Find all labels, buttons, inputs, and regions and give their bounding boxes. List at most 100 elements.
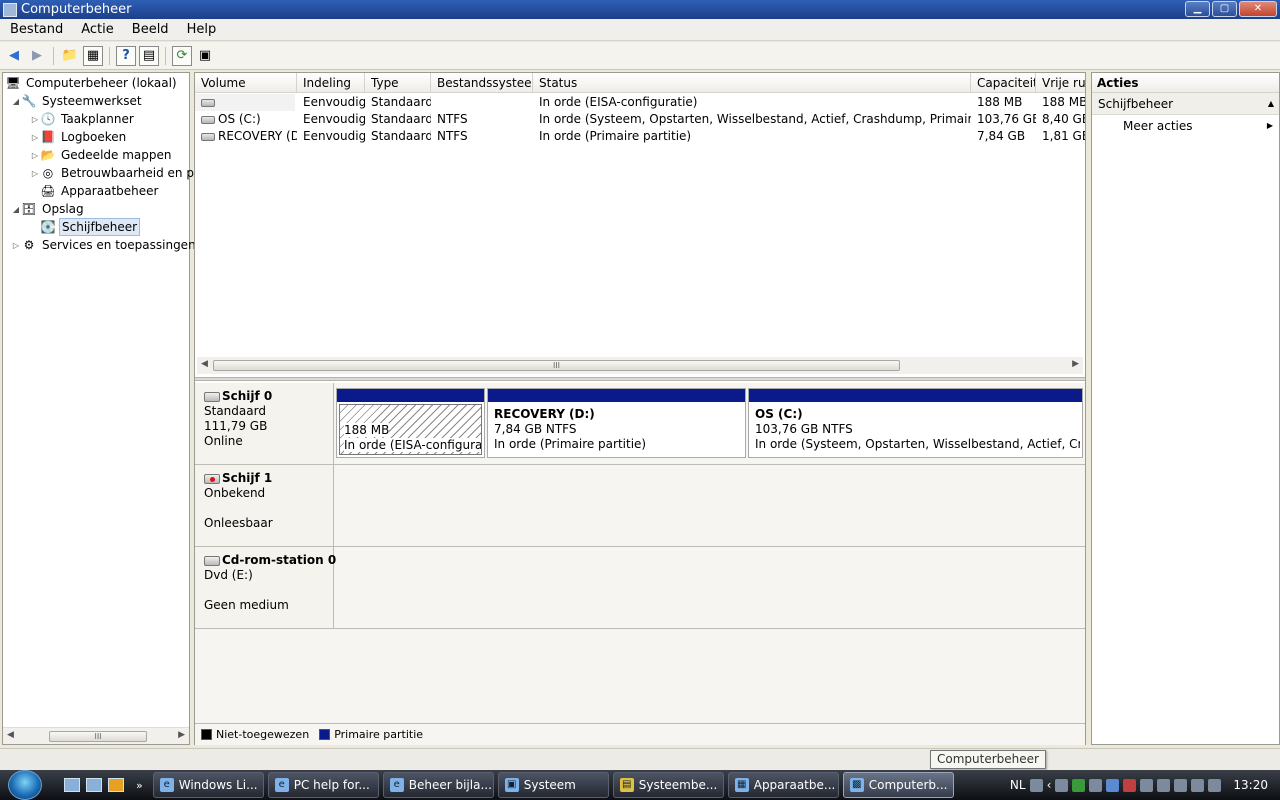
tree-horizontal-scrollbar[interactable]: ◀ III ▶	[3, 727, 189, 744]
scroll-left-icon[interactable]: ◀	[201, 359, 208, 369]
minimize-button[interactable]: ▁	[1185, 1, 1210, 17]
task-button[interactable]: e Windows Li...	[152, 772, 264, 798]
column-header-indeling[interactable]: Indeling	[297, 73, 365, 93]
tree-item-gedeelde-mappen[interactable]: ▷ 📂 Gedeelde mappen	[30, 146, 173, 164]
refresh-icon[interactable]: ⟳	[172, 45, 192, 66]
tree-item-services[interactable]: ▷ ⚙ Services en toepassingen	[11, 236, 198, 254]
disk-info[interactable]: Schijf 0 Standaard 111,79 GB Online	[195, 383, 334, 464]
task-button[interactable]: ▣ Systeem	[497, 772, 609, 798]
action-meer-acties[interactable]: Meer acties ▶	[1092, 115, 1279, 137]
up-folder-icon[interactable]: 📁	[60, 46, 80, 66]
collapsed-arrow-icon[interactable]: ▷	[30, 169, 40, 178]
collapsed-arrow-icon[interactable]: ▷	[30, 133, 40, 142]
tree-item-root[interactable]: 🖥 Computerbeheer (lokaal)	[5, 74, 179, 92]
disk-info[interactable]: Cd-rom-station 0 Dvd (E:) Geen medium	[195, 547, 336, 628]
task-button[interactable]: ▤ Systeembe...	[612, 772, 724, 798]
maximize-button[interactable]: ▢	[1212, 1, 1237, 17]
scroll-left-icon[interactable]: ◀	[7, 730, 14, 740]
safely-remove-hardware-icon[interactable]	[1174, 778, 1188, 792]
volume-list-horizontal-scrollbar[interactable]: ◀ III ▶	[197, 357, 1083, 374]
properties-icon[interactable]: ▣	[195, 46, 215, 66]
expanded-arrow-icon[interactable]: ◢	[11, 97, 21, 106]
partition-status: In orde (Systeem, Opstarten, Wisselbesta…	[755, 437, 1080, 451]
disk-row-schijf-1[interactable]: Schijf 1 Onbekend Onleesbaar	[195, 465, 1085, 547]
disk-size	[204, 501, 333, 516]
help-icon[interactable]: ?	[116, 45, 136, 66]
disk-type: Onbekend	[204, 486, 266, 500]
task-button[interactable]: e Beheer bijla...	[382, 772, 494, 798]
menu-help[interactable]: Help	[177, 22, 225, 37]
tray-app-icon[interactable]	[1055, 778, 1069, 792]
back-arrow-icon[interactable]: ◀	[4, 46, 24, 66]
tree-label: Betrouwbaarheid en pre	[61, 166, 207, 180]
language-indicator[interactable]: NL	[1010, 778, 1026, 792]
column-header-bestandssysteem[interactable]: Bestandssysteem	[431, 73, 533, 93]
partition-eisa[interactable]: 188 MB In orde (EISA-configuratie	[336, 388, 485, 458]
close-button[interactable]: ✕	[1239, 1, 1277, 17]
scrollbar-thumb[interactable]: III	[49, 731, 147, 742]
column-header-type[interactable]: Type	[365, 73, 431, 93]
toolbar-separator	[165, 46, 166, 65]
device-manager-icon: 🖨	[40, 184, 56, 198]
show-desktop-icon[interactable]	[64, 778, 80, 792]
column-header-capaciteit[interactable]: Capaciteit	[971, 73, 1036, 93]
tray-app-icon[interactable]	[1140, 778, 1154, 792]
show-hide-actions-icon[interactable]: ▤	[139, 45, 159, 66]
table-row[interactable]: Eenvoudig Standaard In orde (EISA-config…	[195, 94, 1085, 111]
partition-os[interactable]: OS (C:) 103,76 GB NTFS In orde (Systeem,…	[748, 388, 1083, 458]
menu-bestand[interactable]: Bestand	[0, 22, 71, 37]
collapse-arrow-icon[interactable]: ▲	[1268, 93, 1274, 115]
cdrom-icon	[204, 555, 220, 566]
start-button[interactable]	[8, 770, 42, 800]
scroll-right-icon[interactable]: ▶	[1072, 359, 1079, 369]
menu-beeld[interactable]: Beeld	[122, 22, 177, 37]
show-hide-tree-icon[interactable]: ▦	[83, 45, 103, 66]
expanded-arrow-icon[interactable]: ◢	[11, 205, 21, 214]
switch-windows-icon[interactable]	[86, 778, 102, 792]
table-row[interactable]: RECOVERY (D:) Eenvoudig Standaard NTFS I…	[195, 128, 1085, 145]
forward-arrow-icon[interactable]: ▶	[27, 46, 47, 66]
menu-actie[interactable]: Actie	[71, 22, 122, 37]
partition-recovery[interactable]: RECOVERY (D:) 7,84 GB NTFS In orde (Prim…	[487, 388, 746, 458]
action-label: Meer acties	[1123, 119, 1193, 133]
tray-app-icon[interactable]	[1106, 778, 1120, 792]
task-button-active[interactable]: ▩ Computerb...	[842, 772, 954, 798]
internet-explorer-icon: e	[389, 778, 404, 792]
partition-status: In orde (Primaire partitie)	[494, 437, 647, 451]
pane-splitter[interactable]	[195, 377, 1085, 381]
tree-item-apparaatbeheer[interactable]: 🖨 Apparaatbeheer	[40, 182, 160, 200]
actions-section-schijfbeheer[interactable]: Schijfbeheer ▲	[1092, 93, 1279, 115]
quick-launch-more[interactable]: »	[136, 779, 143, 792]
volume-icon[interactable]	[1208, 778, 1222, 792]
tree-item-schijfbeheer[interactable]: 💽 Schijfbeheer	[40, 218, 141, 236]
disk-info[interactable]: Schijf 1 Onbekend Onleesbaar	[195, 465, 334, 546]
column-header-vrije-ruimte[interactable]: Vrije ruir	[1036, 73, 1085, 93]
disk-row-schijf-0[interactable]: Schijf 0 Standaard 111,79 GB Online 188 …	[195, 383, 1085, 465]
clock[interactable]: 13:20	[1233, 778, 1268, 792]
tray-app-icon[interactable]	[1072, 778, 1086, 792]
scrollbar-thumb[interactable]: III	[213, 360, 900, 371]
table-row[interactable]: OS (C:) Eenvoudig Standaard NTFS In orde…	[195, 111, 1085, 128]
column-header-status[interactable]: Status	[533, 73, 971, 93]
collapsed-arrow-icon[interactable]: ▷	[30, 151, 40, 160]
network-icon[interactable]	[1191, 778, 1205, 792]
media-player-icon[interactable]	[108, 778, 124, 792]
partition-color-bar	[749, 389, 1082, 402]
tree-item-opslag[interactable]: ◢ 🗄 Opslag	[11, 200, 86, 218]
collapsed-arrow-icon[interactable]: ▷	[11, 241, 21, 250]
show-hidden-icons-icon[interactable]: ‹	[1047, 778, 1052, 792]
tree-item-betrouwbaarheid[interactable]: ▷ ◎ Betrouwbaarheid en pre	[30, 164, 208, 182]
collapsed-arrow-icon[interactable]: ▷	[30, 115, 40, 124]
tree-item-taakplanner[interactable]: ▷ 🕓 Taakplanner	[30, 110, 136, 128]
tree-item-systeemwerkset[interactable]: ◢ 🔧 Systeemwerkset	[11, 92, 144, 110]
tree-item-logboeken[interactable]: ▷ 📕 Logboeken	[30, 128, 128, 146]
task-button[interactable]: ▦ Apparaatbe...	[727, 772, 839, 798]
column-header-volume[interactable]: Volume	[195, 73, 297, 93]
tray-app-icon[interactable]	[1089, 778, 1103, 792]
disk-row-cdrom-0[interactable]: Cd-rom-station 0 Dvd (E:) Geen medium	[195, 547, 1085, 629]
scroll-right-icon[interactable]: ▶	[178, 730, 185, 740]
task-button[interactable]: e PC help for...	[267, 772, 379, 798]
keyboard-icon[interactable]	[1029, 778, 1043, 792]
tray-app-icon[interactable]	[1157, 778, 1171, 792]
tray-app-icon[interactable]	[1123, 778, 1137, 792]
